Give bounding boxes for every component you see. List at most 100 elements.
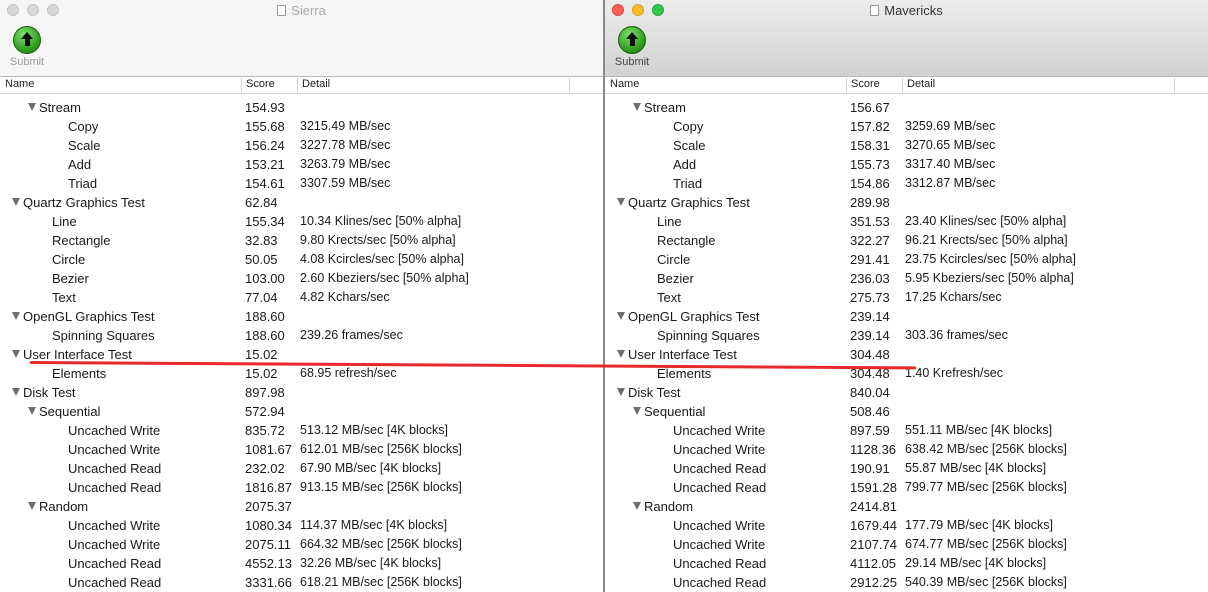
outline-row[interactable]: Stream 154.93 (0, 98, 603, 117)
outline-row[interactable]: Sequential 508.46 (605, 402, 1208, 421)
row-detail: 3270.65 MB/sec (905, 138, 996, 152)
row-score: 572.94 (245, 404, 285, 419)
row-detail: 303.36 frames/sec (905, 328, 1008, 342)
outline-row[interactable]: User Interface Test 304.48 (605, 345, 1208, 364)
outline-row[interactable]: Disk Test 897.98 (0, 383, 603, 402)
column-detail-header[interactable]: Detail (902, 78, 935, 92)
outline-row[interactable]: Triad 154.61 3307.59 MB/sec (0, 174, 603, 193)
row-detail: 799.77 MB/sec [256K blocks] (905, 480, 1067, 494)
outline-row[interactable]: OpenGL Graphics Test 188.60 (0, 307, 603, 326)
disclosure-triangle-icon[interactable] (12, 388, 20, 396)
row-score: 155.34 (245, 214, 285, 229)
disclosure-triangle-icon[interactable] (12, 350, 20, 358)
outline-row[interactable]: Circle 50.05 4.08 Kcircles/sec [50% alpha] (0, 250, 603, 269)
disclosure-triangle-icon[interactable] (617, 312, 625, 320)
row-name-cell: Rectangle (52, 233, 111, 248)
row-detail: 96.21 Krects/sec [50% alpha] (905, 233, 1068, 247)
row-name-cell: Add (673, 157, 696, 172)
outline-row[interactable]: Uncached Write 2107.74 674.77 MB/sec [256K… (605, 535, 1208, 554)
outline-row[interactable]: Uncached Read 4552.13 32.26 MB/sec [4K blo… (0, 554, 603, 573)
outline-row[interactable]: Text 275.73 17.25 Kchars/sec (605, 288, 1208, 307)
outline-row[interactable]: Line 351.53 23.40 Klines/sec [50% alpha] (605, 212, 1208, 231)
outline-row[interactable]: Uncached Write 1679.44 177.79 MB/sec [4K b… (605, 516, 1208, 535)
outline-row[interactable]: Circle 291.41 23.75 Kcircles/sec [50% alph… (605, 250, 1208, 269)
row-score: 1591.28 (850, 480, 897, 495)
disclosure-triangle-icon[interactable] (617, 388, 625, 396)
row-name-cell: Sequential (28, 404, 100, 419)
outline-row[interactable]: Uncached Write 1081.67 612.01 MB/sec [256K… (0, 440, 603, 459)
row-name: Uncached Read (68, 575, 162, 590)
submit-button[interactable]: Submit (608, 26, 656, 68)
row-detail: 23.75 Kcircles/sec [50% alpha] (905, 252, 1076, 266)
outline-row[interactable]: Uncached Read 1591.28 799.77 MB/sec [256K … (605, 478, 1208, 497)
row-score: 897.59 (850, 423, 890, 438)
outline-row[interactable]: Add 153.21 3263.79 MB/sec (0, 155, 603, 174)
outline-row[interactable]: Text 77.04 4.82 Kchars/sec (0, 288, 603, 307)
outline-row[interactable]: Bezier 103.00 2.60 Kbeziers/sec [50% alpha… (0, 269, 603, 288)
outline-row[interactable]: Triad 154.86 3312.87 MB/sec (605, 174, 1208, 193)
row-score: 291.41 (850, 252, 890, 267)
row-name-cell: Text (657, 290, 681, 305)
disclosure-triangle-icon[interactable] (12, 312, 20, 320)
disclosure-triangle-icon[interactable] (633, 502, 641, 510)
row-score: 232.02 (245, 461, 285, 476)
outline-row[interactable]: Add 155.73 3317.40 MB/sec (605, 155, 1208, 174)
row-detail: 3312.87 MB/sec (905, 176, 996, 190)
row-name-cell: Uncached Read (673, 461, 766, 476)
outline-row[interactable]: Uncached Write 1128.36 638.42 MB/sec [256K… (605, 440, 1208, 459)
column-score-header[interactable]: Score (241, 78, 275, 92)
row-name: Uncached Read (68, 461, 162, 476)
disclosure-triangle-icon[interactable] (28, 407, 36, 415)
outline-row[interactable]: Rectangle 322.27 96.21 Krects/sec [50% alp… (605, 231, 1208, 250)
disclosure-triangle-icon[interactable] (28, 103, 36, 111)
row-score: 322.27 (850, 233, 890, 248)
disclosure-triangle-icon[interactable] (617, 350, 625, 358)
outline-row[interactable]: Uncached Write 2075.11 664.32 MB/sec [256K… (0, 535, 603, 554)
submit-button[interactable]: Submit (3, 26, 51, 68)
outline-row[interactable]: Sequential 572.94 (0, 402, 603, 421)
outline-row[interactable]: Bezier 236.03 5.95 Kbeziers/sec [50% alpha… (605, 269, 1208, 288)
column-detail-header[interactable]: Detail (297, 78, 330, 92)
disclosure-triangle-icon[interactable] (633, 103, 641, 111)
outline-row[interactable]: Uncached Read 190.91 55.87 MB/sec [4K bloc… (605, 459, 1208, 478)
row-score: 154.93 (245, 100, 285, 115)
column-score-header[interactable]: Score (846, 78, 880, 92)
row-name: User Interface Test (628, 347, 737, 362)
outline-row[interactable]: Copy 155.68 3215.49 MB/sec (0, 117, 603, 136)
outline-row[interactable]: Stream 156.67 (605, 98, 1208, 117)
outline-row[interactable]: Rectangle 32.83 9.80 Krects/sec [50% alpha… (0, 231, 603, 250)
outline-row[interactable]: Random 2414.81 (605, 497, 1208, 516)
outline-row[interactable]: Uncached Write 835.72 513.12 MB/sec [4K bl… (0, 421, 603, 440)
column-name-header[interactable]: Name (610, 78, 639, 92)
row-name-cell: Uncached Read (68, 556, 161, 571)
outline-row[interactable]: Random 2075.37 (0, 497, 603, 516)
row-detail: 540.39 MB/sec [256K blocks] (905, 575, 1067, 589)
row-detail: 32.26 MB/sec [4K blocks] (300, 556, 442, 570)
outline-row[interactable]: Disk Test 840.04 (605, 383, 1208, 402)
outline-row[interactable]: Line 155.34 10.34 Klines/sec [50% alpha] (0, 212, 603, 231)
outline-row[interactable]: Uncached Read 2912.25 540.39 MB/sec [256K … (605, 573, 1208, 592)
outline-row[interactable]: Uncached Read 4112.05 29.14 MB/sec [4K blo… (605, 554, 1208, 573)
outline-row[interactable]: Uncached Read 1816.87 913.15 MB/sec [256K … (0, 478, 603, 497)
outline-row[interactable]: Uncached Write 1080.34 114.37 MB/sec [4K b… (0, 516, 603, 535)
outline-row[interactable]: Quartz Graphics Test 62.84 (0, 193, 603, 212)
disclosure-triangle-icon[interactable] (617, 198, 625, 206)
outline-row[interactable]: Scale 156.24 3227.78 MB/sec (0, 136, 603, 155)
results-outline: Stream 156.67 Copy 157.82 3259.69 MB/sec Scal… (605, 98, 1208, 592)
disclosure-triangle-icon[interactable] (28, 502, 36, 510)
outline-row[interactable]: Spinning Squares 188.60 239.26 frames/sec (0, 326, 603, 345)
outline-row[interactable]: Uncached Read 232.02 67.90 MB/sec [4K bloc… (0, 459, 603, 478)
disclosure-triangle-icon[interactable] (12, 198, 20, 206)
outline-row[interactable]: Scale 158.31 3270.65 MB/sec (605, 136, 1208, 155)
outline-row[interactable]: Uncached Write 897.59 551.11 MB/sec [4K bl… (605, 421, 1208, 440)
row-score: 62.84 (245, 195, 278, 210)
outline-row[interactable]: OpenGL Graphics Test 239.14 (605, 307, 1208, 326)
row-score: 508.46 (850, 404, 890, 419)
outline-row[interactable]: Quartz Graphics Test 289.98 (605, 193, 1208, 212)
outline-row[interactable]: Spinning Squares 239.14 303.36 frames/sec (605, 326, 1208, 345)
outline-row[interactable]: Copy 157.82 3259.69 MB/sec (605, 117, 1208, 136)
outline-row[interactable]: Uncached Read 3331.66 618.21 MB/sec [256K … (0, 573, 603, 592)
disclosure-triangle-icon[interactable] (633, 407, 641, 415)
row-name-cell: Uncached Read (68, 480, 161, 495)
column-name-header[interactable]: Name (5, 78, 34, 92)
